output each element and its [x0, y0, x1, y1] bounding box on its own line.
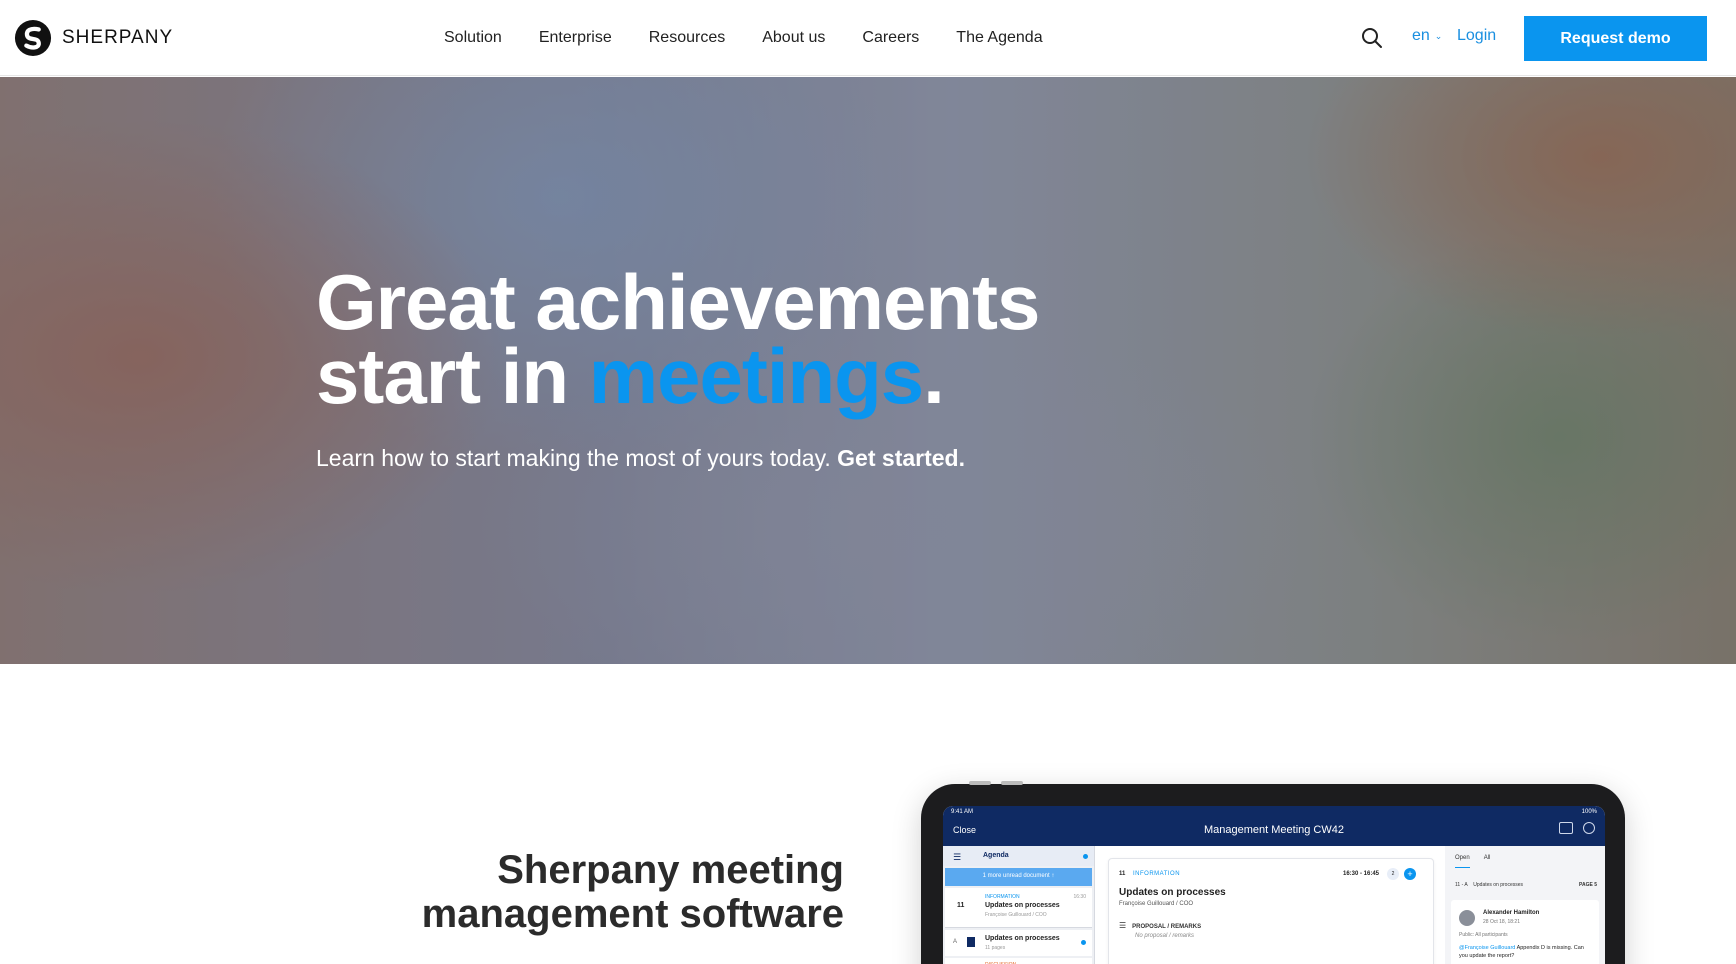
- comment-author: Alexander Hamilton: [1483, 910, 1540, 916]
- hero-title-period: .: [923, 332, 945, 420]
- comment-reference: 11 - A Updates on processes PAGE 5: [1455, 882, 1597, 888]
- hero-subtitle: Learn how to start making the most of yo…: [316, 445, 965, 472]
- item-owner: Françoise Guillouard / COO: [985, 912, 1047, 918]
- meeting-title: Management Meeting CW42: [1203, 824, 1344, 836]
- nav-the-agenda[interactable]: The Agenda: [956, 29, 1042, 47]
- tablet-mockup: 9:41 AM 100% Close Management Meeting CW…: [921, 781, 1625, 964]
- comment-count-badge[interactable]: 2: [1387, 868, 1399, 880]
- status-battery: 100%: [1581, 809, 1597, 815]
- main-nav: Solution Enterprise Resources About us C…: [444, 0, 1080, 76]
- item-number: 11: [957, 902, 965, 909]
- menu-icon: ☰: [953, 852, 962, 862]
- agenda-sidebar: ☰ Agenda 1 more unread document ↑ 11 INF…: [943, 846, 1095, 964]
- detail-title: Updates on processes: [1119, 887, 1226, 898]
- login-link[interactable]: Login: [1457, 27, 1496, 45]
- add-icon[interactable]: +: [1404, 868, 1416, 880]
- hero-subtitle-text: Learn how to start making the most of yo…: [316, 445, 831, 471]
- comments-panel: Open All 11 - A Updates on processes PAG…: [1445, 846, 1605, 964]
- detail-owner: Françoise Guillouard / COO: [1119, 901, 1194, 907]
- list-icon: ☰: [1119, 921, 1127, 930]
- sherpany-logo-icon: [14, 19, 52, 57]
- comment-date: 28 Oct 18, 18:21: [1483, 919, 1520, 925]
- nav-solution[interactable]: Solution: [444, 29, 502, 47]
- present-icon[interactable]: [1559, 822, 1573, 834]
- sherpany-logo[interactable]: SHERPANY: [14, 19, 173, 57]
- document-icon: [967, 937, 975, 947]
- comment-card[interactable]: Alexander Hamilton 28 Oct 18, 18:21 Publ…: [1451, 900, 1599, 964]
- doc-title: Updates on processes: [985, 935, 1060, 942]
- comment-message: @Françoise Guillouard Appendix D is miss…: [1459, 944, 1591, 960]
- agenda-item[interactable]: 11 INFORMATION Updates on processes Fran…: [945, 888, 1092, 928]
- tab-open[interactable]: Open: [1455, 855, 1470, 868]
- comment-visibility: Public: All participants: [1459, 932, 1508, 938]
- language-label: en: [1412, 27, 1430, 44]
- avatar: [1459, 910, 1475, 926]
- app-header: 9:41 AM 100% Close Management Meeting CW…: [943, 806, 1605, 846]
- detail-kind: INFORMATION: [1133, 871, 1181, 877]
- unread-banner[interactable]: 1 more unread document ↑: [945, 868, 1092, 886]
- agenda-label: Agenda: [983, 852, 1009, 859]
- request-demo-button[interactable]: Request demo: [1524, 16, 1707, 61]
- logo-text: SHERPANY: [62, 27, 174, 48]
- unread-dot: [1081, 940, 1086, 945]
- hero-title-line2: start in: [316, 332, 589, 420]
- doc-letter: A: [953, 939, 958, 945]
- hero-banner: Great achievements start in meetings. Le…: [0, 77, 1736, 664]
- agenda-header[interactable]: ☰ Agenda: [943, 846, 1094, 866]
- unread-dot: [1083, 854, 1088, 859]
- ref-page: PAGE 5: [1579, 882, 1597, 888]
- detail-time: 16:30 - 16:45: [1343, 871, 1380, 877]
- tablet-screen: 9:41 AM 100% Close Management Meeting CW…: [943, 806, 1605, 964]
- section-title-line2: management software: [421, 892, 844, 936]
- item-detail: 11 INFORMATION 16:30 - 16:45 2 + Updates…: [1108, 858, 1434, 964]
- tablet-button: [1001, 781, 1023, 785]
- unread-text: 1 more unread document: [982, 873, 1050, 879]
- tablet-button: [969, 781, 991, 785]
- language-selector[interactable]: en ⌄: [1412, 27, 1442, 45]
- help-icon[interactable]: [1583, 822, 1595, 834]
- doc-pages: 11 pages: [985, 945, 1006, 951]
- tab-all[interactable]: All: [1484, 855, 1491, 868]
- detail-number: 11: [1119, 871, 1126, 877]
- chevron-down-icon: ⌄: [1434, 30, 1443, 41]
- item-kind: INFORMATION: [985, 894, 1020, 900]
- nav-resources[interactable]: Resources: [649, 29, 725, 47]
- status-time: 9:41 AM: [951, 809, 974, 815]
- comment-mention[interactable]: @Françoise Guillouard: [1459, 945, 1515, 951]
- get-started-link[interactable]: Get started.: [837, 445, 965, 471]
- no-proposal-text: No proposal / remarks: [1135, 933, 1195, 939]
- hero-title-accent: meetings: [588, 332, 924, 420]
- nav-about-us[interactable]: About us: [762, 29, 825, 47]
- proposal-heading: ☰ PROPOSAL / REMARKS: [1119, 921, 1201, 930]
- ref-number: 11 - A: [1455, 882, 1468, 888]
- ref-title: Updates on processes: [1473, 882, 1524, 888]
- agenda-item[interactable]: DISCUSSION: [945, 958, 1092, 964]
- section-title: Sherpany meeting management software: [360, 848, 844, 936]
- item-title: Updates on processes: [985, 902, 1060, 909]
- section-title-line1: Sherpany meeting: [497, 848, 844, 892]
- proposal-label: PROPOSAL / REMARKS: [1132, 924, 1202, 930]
- nav-enterprise[interactable]: Enterprise: [539, 29, 612, 47]
- document-item[interactable]: A Updates on processes 11 pages: [945, 930, 1092, 956]
- item-time: 16:30: [1073, 894, 1086, 900]
- search-icon[interactable]: [1361, 27, 1383, 49]
- site-header: SHERPANY Solution Enterprise Resources A…: [0, 0, 1736, 76]
- nav-careers[interactable]: Careers: [862, 29, 919, 47]
- comment-tabs: Open All: [1455, 855, 1504, 868]
- hero-title: Great achievements start in meetings.: [316, 263, 1040, 415]
